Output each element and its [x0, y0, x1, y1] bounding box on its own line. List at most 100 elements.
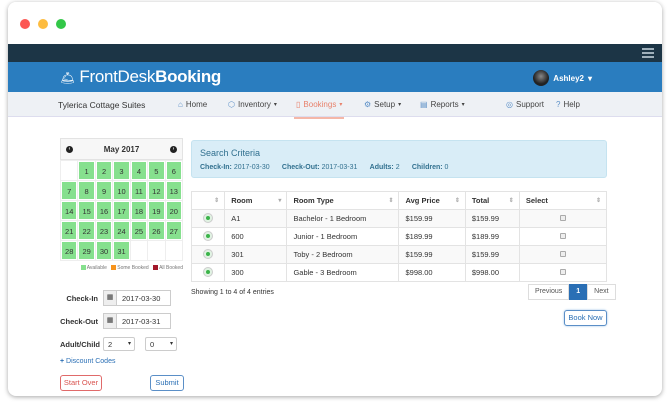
close-window-button[interactable]	[20, 19, 30, 29]
start-over-button[interactable]: Start Over	[60, 375, 102, 391]
calendar-day[interactable]: 15	[78, 201, 95, 220]
lifebuoy-icon: ◎	[506, 100, 513, 109]
nav-item-setup[interactable]: ⚙ Setup ▾	[364, 100, 401, 109]
calendar-day[interactable]: 6	[165, 161, 182, 180]
calendar-day[interactable]: 31	[113, 241, 130, 260]
top-bar	[8, 44, 662, 62]
next-month-icon[interactable]: ›	[170, 146, 177, 153]
nav-item-reports[interactable]: ▤ Reports ▾	[420, 100, 465, 109]
entries-info: Showing 1 to 4 of 4 entries	[191, 289, 274, 296]
page-1-button[interactable]: 1	[569, 284, 588, 300]
calendar-day[interactable]: 13	[165, 181, 182, 200]
calendar-day[interactable]: 20	[165, 201, 182, 220]
column-header[interactable]: ⇕	[190, 191, 226, 210]
room-cell: 301	[224, 245, 288, 264]
search-criteria-panel: Search Criteria Check-In: 2017-03-30 Che…	[191, 140, 607, 178]
calendar-day[interactable]: 27	[165, 221, 182, 240]
nav-item-inventory[interactable]: ⬡ Inventory ▾	[228, 100, 277, 109]
expand-row-icon[interactable]	[204, 267, 213, 276]
adults-select[interactable]: 2	[103, 337, 135, 351]
expand-row-icon[interactable]	[204, 249, 213, 258]
avatar	[533, 70, 550, 86]
all-booked-swatch	[153, 265, 159, 271]
room-cell: 600	[224, 227, 288, 246]
submit-button[interactable]: Submit	[150, 375, 184, 391]
sort-icon: ⇕	[388, 198, 394, 204]
table-row: A1 Bachelor - 1 Bedroom $159.99 $159.99	[190, 209, 608, 228]
maximize-window-button[interactable]	[56, 19, 66, 29]
calendar-day[interactable]: 3	[113, 161, 130, 180]
calendar-day[interactable]: 21	[61, 221, 78, 240]
sort-icon: ⇕	[508, 198, 514, 204]
select-checkbox[interactable]	[559, 269, 566, 275]
criteria-checkout: Check-Out: 2017-03-31	[281, 164, 358, 171]
hamburger-menu-icon[interactable]	[642, 48, 654, 58]
calendar-day[interactable]: 10	[113, 181, 130, 200]
calendar-day[interactable]: 24	[113, 221, 130, 240]
user-menu[interactable]: Ashley2 ▾	[533, 70, 592, 86]
minimize-window-button[interactable]	[38, 19, 48, 29]
calendar-day[interactable]: 16	[95, 201, 113, 220]
legend-some-booked: Some Booked	[117, 265, 149, 271]
calendar-day[interactable]: 1	[78, 161, 95, 180]
logo[interactable]: 🛎 FrontDeskBooking	[60, 67, 221, 87]
calendar-day[interactable]: 12	[148, 181, 165, 200]
nav-item-help[interactable]: ? Help	[556, 100, 583, 109]
criteria-checkin: Check-In: 2017-03-30	[200, 164, 270, 171]
table-row: 300 Gable - 3 Bedroom $998.00 $998.00	[190, 263, 608, 282]
calendar-day[interactable]: 26	[148, 221, 165, 240]
calendar-day[interactable]: 18	[130, 201, 148, 220]
calendar-icon[interactable]: ▦	[103, 313, 117, 329]
calendar-day[interactable]: 2	[95, 161, 113, 180]
calendar-day[interactable]: 22	[78, 221, 95, 240]
column-header[interactable]: Room ▾	[224, 191, 288, 210]
calendar-day[interactable]: 30	[95, 241, 113, 260]
previous-page-button[interactable]: Previous	[528, 284, 570, 300]
calendar-day[interactable]: 28	[61, 241, 78, 260]
main-nav: Tylerica Cottage Suites ⌂ Home ⬡ Inventory ▾…	[8, 92, 662, 119]
nav-item-bookings[interactable]: ▯ Bookings ▾	[293, 100, 345, 119]
children-select[interactable]: 0	[145, 337, 177, 351]
calendar-day[interactable]: 8	[78, 181, 95, 200]
expand-row-icon[interactable]	[204, 231, 213, 240]
calendar-day[interactable]: 14	[61, 201, 78, 220]
calendar-day[interactable]: 11	[130, 181, 148, 200]
header-label: Room Type	[293, 196, 334, 205]
avg-price-cell: $189.99	[398, 227, 466, 246]
calendar-day[interactable]: 23	[95, 221, 113, 240]
discount-codes-link[interactable]: + Discount Codes	[60, 358, 190, 365]
sort-icon: ⇕	[595, 198, 601, 204]
select-checkbox[interactable]	[559, 233, 566, 239]
calendar-day[interactable]: 4	[130, 161, 148, 180]
some-booked-swatch	[111, 265, 117, 271]
home-icon: ⌂	[178, 100, 183, 109]
checkout-input[interactable]: 2017-03-31	[117, 313, 171, 329]
search-form: Check-In ▦ 2017-03-30 Check-Out ▦ 2017-03-31…	[60, 290, 190, 375]
calendar-day[interactable]: 29	[78, 241, 95, 260]
total-cell: $189.99	[464, 227, 520, 246]
book-now-button[interactable]: Book Now	[564, 310, 607, 326]
calendar-day[interactable]: 7	[61, 181, 78, 200]
calendar-day[interactable]: 25	[130, 221, 148, 240]
calendar-icon[interactable]: ▦	[103, 290, 117, 306]
help-icon: ?	[556, 100, 561, 109]
checkin-input[interactable]: 2017-03-30	[117, 290, 171, 306]
calendar-day[interactable]: 9	[95, 181, 113, 200]
column-header[interactable]: Select ⇕	[518, 191, 608, 210]
calendar-day[interactable]: 19	[148, 201, 165, 220]
nav-item-home[interactable]: ⌂ Home	[178, 100, 210, 109]
room-cell: A1	[224, 209, 288, 228]
calendar-day[interactable]: 5	[148, 161, 165, 180]
select-checkbox[interactable]	[559, 215, 566, 221]
column-header[interactable]: Room Type ⇕	[286, 191, 400, 210]
column-header[interactable]: Total ⇕	[464, 191, 520, 210]
next-page-button[interactable]: Next	[587, 284, 616, 300]
column-header[interactable]: Avg Price ⇕	[398, 191, 466, 210]
prev-month-icon[interactable]: ‹	[66, 146, 73, 153]
adult-child-label: Adult/Child	[60, 339, 100, 349]
expand-row-icon[interactable]	[204, 213, 213, 222]
table-row: 301 Toby - 2 Bedroom $159.99 $159.99	[190, 245, 608, 264]
nav-item-support[interactable]: ◎ Support	[506, 100, 547, 109]
select-checkbox[interactable]	[559, 251, 566, 257]
calendar-day[interactable]: 17	[113, 201, 130, 220]
